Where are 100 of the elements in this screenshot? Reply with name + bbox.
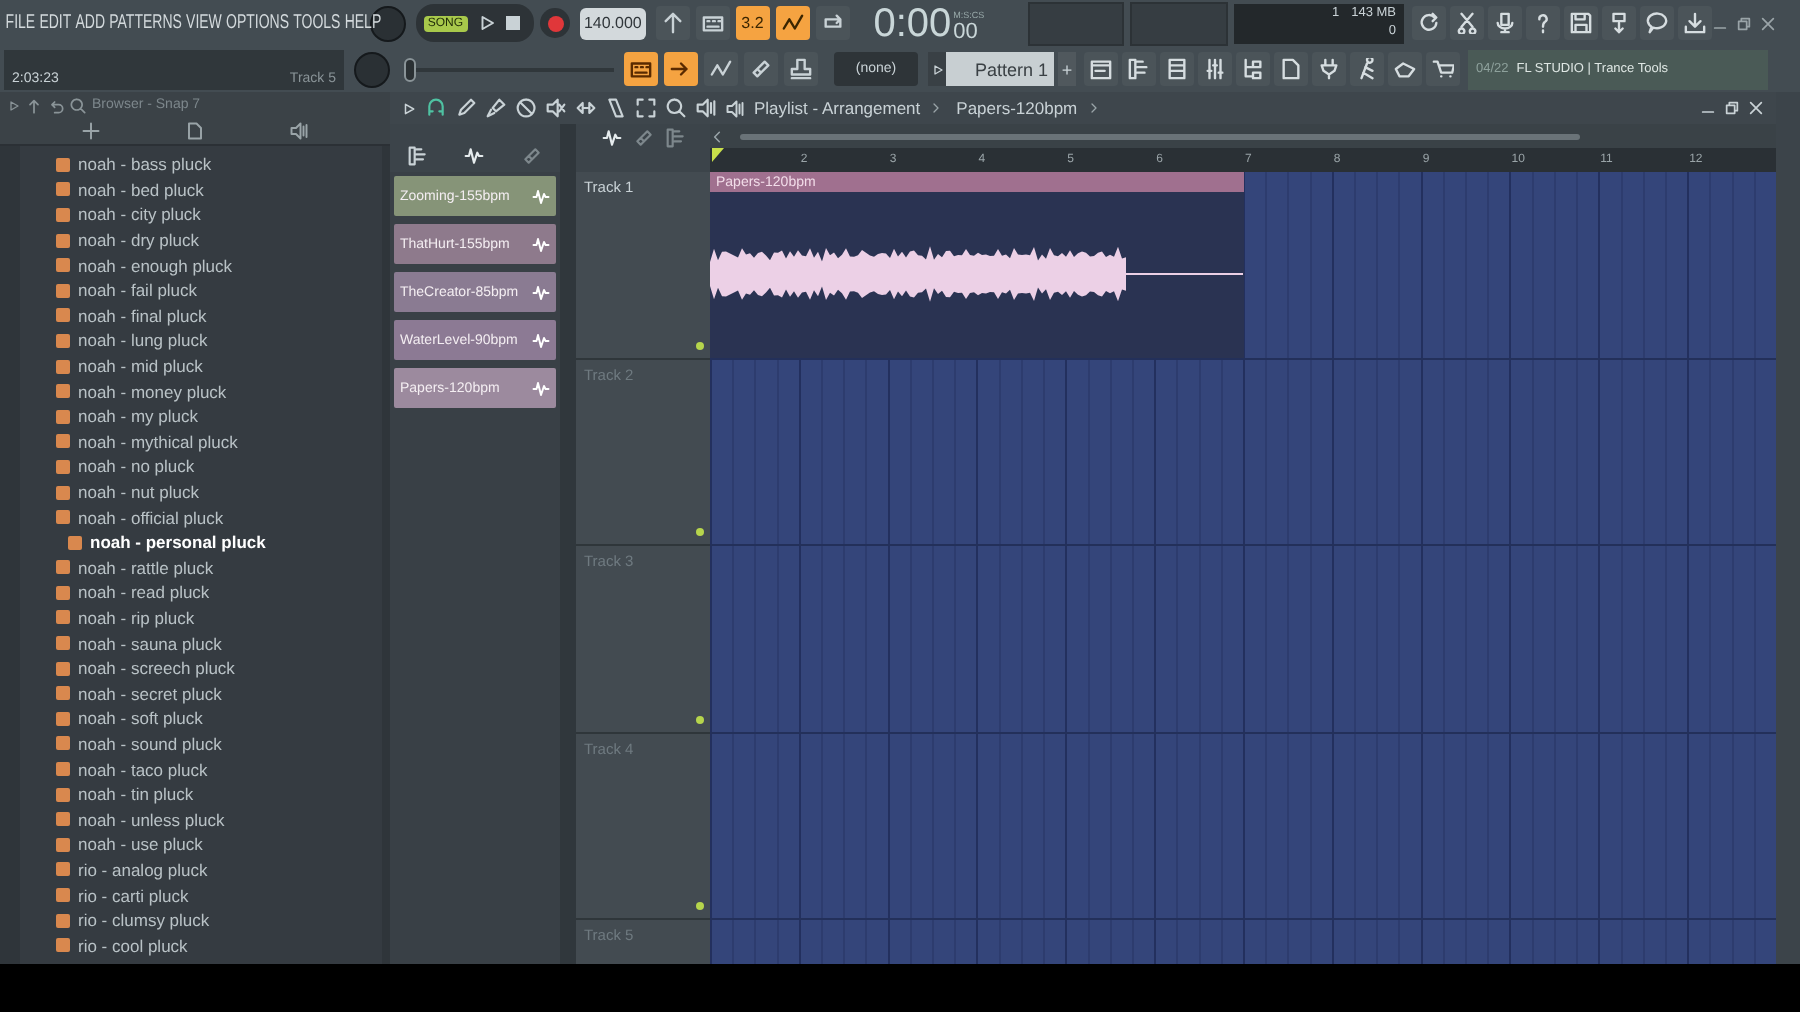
browser-item[interactable]: noah - city pluck bbox=[20, 202, 382, 228]
select-icon[interactable] bbox=[636, 98, 656, 118]
slip-icon[interactable] bbox=[576, 98, 596, 118]
browser-item[interactable]: noah - no pluck bbox=[20, 454, 382, 480]
track-led[interactable] bbox=[696, 715, 704, 723]
figure-icon[interactable] bbox=[1356, 58, 1378, 80]
record-button[interactable] bbox=[540, 8, 571, 38]
restore-icon[interactable] bbox=[1724, 100, 1740, 116]
scissors-icon[interactable] bbox=[1456, 12, 1478, 34]
browser-item[interactable]: noah - dry pluck bbox=[20, 227, 382, 253]
browser-item[interactable]: noah - soft pluck bbox=[20, 706, 382, 732]
toggle-button[interactable] bbox=[775, 6, 810, 40]
menu-item[interactable]: OPTIONS bbox=[226, 12, 290, 34]
scroll-bar[interactable] bbox=[740, 133, 1580, 139]
browser-item[interactable]: rio - analog pluck bbox=[20, 857, 382, 883]
delete-icon[interactable] bbox=[516, 98, 536, 118]
toggle-button[interactable] bbox=[784, 52, 818, 86]
speaker-icon[interactable] bbox=[696, 98, 716, 118]
up-icon[interactable] bbox=[26, 97, 42, 113]
browser-item[interactable]: noah - rip pluck bbox=[20, 605, 382, 631]
piano-roll-icon[interactable] bbox=[408, 146, 429, 166]
add-pattern-button[interactable]: + bbox=[1058, 52, 1076, 86]
tempo-display[interactable]: 140.000 bbox=[580, 7, 646, 39]
cart-icon[interactable] bbox=[1432, 58, 1454, 80]
microphone-icon[interactable] bbox=[1494, 12, 1516, 34]
chevron-icon[interactable] bbox=[710, 129, 724, 143]
undo-icon[interactable] bbox=[48, 97, 64, 113]
toggle-button[interactable] bbox=[815, 6, 850, 40]
link-icon[interactable] bbox=[521, 146, 542, 166]
track-led[interactable] bbox=[696, 528, 704, 536]
wave-icon[interactable] bbox=[464, 146, 485, 166]
browser-item[interactable]: noah - secret pluck bbox=[20, 680, 382, 707]
toggle-button[interactable] bbox=[655, 6, 690, 40]
browser-item[interactable]: noah - my pluck bbox=[20, 403, 382, 430]
search-icon[interactable] bbox=[70, 97, 86, 113]
play-icon[interactable] bbox=[402, 101, 416, 115]
speaker-icon[interactable] bbox=[726, 99, 744, 117]
toggle-button[interactable] bbox=[664, 52, 698, 86]
piano-roll-icon[interactable] bbox=[665, 128, 685, 148]
browser-item[interactable]: noah - bed pluck bbox=[20, 177, 382, 203]
browser-item[interactable]: noah - personal pluck bbox=[20, 529, 382, 555]
pencil-icon[interactable] bbox=[456, 98, 476, 118]
browser-item[interactable]: noah - nut pluck bbox=[20, 479, 382, 505]
browser-item[interactable]: noah - money pluck bbox=[20, 378, 382, 404]
zoom-icon[interactable] bbox=[666, 98, 686, 118]
toggle-button[interactable] bbox=[744, 52, 778, 86]
toggle-button[interactable] bbox=[704, 52, 738, 86]
menu-item[interactable]: HELP bbox=[344, 12, 382, 34]
browser-item[interactable]: noah - enough pluck bbox=[20, 252, 382, 278]
menu-item[interactable]: ADD bbox=[75, 12, 106, 34]
browser-item[interactable]: noah - sauna pluck bbox=[20, 630, 382, 656]
slider-thumb[interactable] bbox=[404, 57, 416, 81]
mute-icon[interactable] bbox=[546, 98, 566, 118]
playhead-marker[interactable] bbox=[712, 148, 724, 162]
browser-item[interactable]: noah - taco pluck bbox=[20, 756, 382, 782]
browser-item[interactable]: noah - mid pluck bbox=[20, 353, 382, 379]
browser-item[interactable]: noah - mythical pluck bbox=[20, 429, 382, 455]
toggle-button[interactable] bbox=[695, 6, 730, 40]
browser-item[interactable]: noah - unless pluck bbox=[20, 806, 382, 833]
menu-item[interactable]: VIEW bbox=[186, 12, 222, 34]
browser-item[interactable]: noah - bass pluck bbox=[20, 152, 382, 178]
browser-item[interactable]: noah - official pluck bbox=[20, 504, 382, 530]
pitch-slider[interactable] bbox=[404, 55, 614, 83]
chat-icon[interactable] bbox=[1646, 12, 1668, 34]
browser-item[interactable]: noah - screech pluck bbox=[20, 655, 382, 681]
plug-icon[interactable] bbox=[1318, 58, 1340, 80]
export-icon[interactable] bbox=[1608, 12, 1630, 34]
pattern-selector[interactable]: Pattern 1 bbox=[946, 52, 1054, 86]
browser-item[interactable]: rio - clumsy pluck bbox=[20, 907, 382, 933]
download-icon[interactable] bbox=[1684, 12, 1706, 34]
speaker-icon[interactable] bbox=[289, 122, 308, 140]
menu-item[interactable]: TOOLS bbox=[293, 12, 341, 34]
menu-item[interactable]: PATTERNS bbox=[109, 12, 182, 34]
plus-icon[interactable] bbox=[82, 122, 101, 140]
browser-item[interactable]: noah - lung pluck bbox=[20, 328, 382, 354]
browser-item[interactable]: noah - sound pluck bbox=[20, 731, 382, 757]
toggle-button[interactable] bbox=[624, 52, 658, 86]
menu-item[interactable]: FILE bbox=[5, 12, 36, 34]
tree-icon[interactable] bbox=[1242, 58, 1264, 80]
close-icon[interactable] bbox=[1760, 15, 1776, 31]
restore-icon[interactable] bbox=[1736, 15, 1752, 31]
rack-icon[interactable] bbox=[1166, 58, 1188, 80]
track-led[interactable] bbox=[696, 902, 704, 910]
browser-item[interactable]: rio - carti pluck bbox=[20, 882, 382, 908]
browser-item[interactable]: noah - tin pluck bbox=[20, 781, 382, 807]
file-icon[interactable] bbox=[185, 122, 204, 140]
refresh-icon[interactable] bbox=[1418, 12, 1440, 34]
close-icon[interactable] bbox=[1748, 100, 1764, 116]
browser-item[interactable]: noah - final pluck bbox=[20, 303, 382, 329]
mixer-icon[interactable] bbox=[1204, 58, 1226, 80]
countdown-toggle[interactable]: 3.2 bbox=[735, 6, 770, 40]
play-icon[interactable] bbox=[931, 63, 943, 75]
brush-icon[interactable] bbox=[486, 98, 506, 118]
track-led[interactable] bbox=[696, 341, 704, 349]
link-icon[interactable] bbox=[633, 128, 653, 148]
browser-item[interactable]: noah - use pluck bbox=[20, 832, 382, 858]
stop-icon[interactable] bbox=[505, 16, 519, 30]
wave-icon[interactable] bbox=[601, 128, 621, 148]
magnet-icon[interactable] bbox=[426, 98, 446, 118]
browser-item[interactable]: rio - cool pluck bbox=[20, 932, 382, 958]
